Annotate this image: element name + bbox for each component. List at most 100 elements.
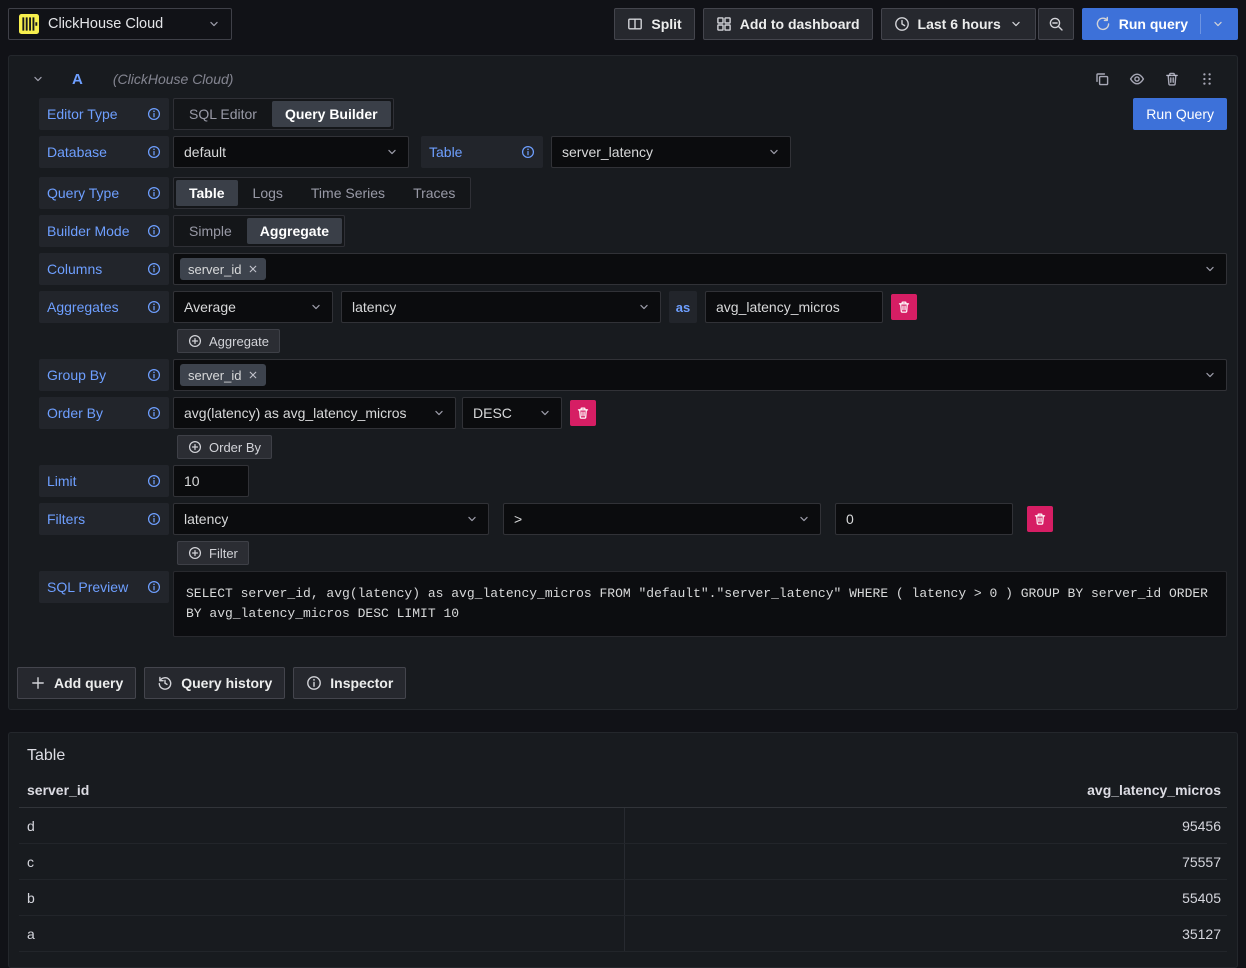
info-circle-icon (521, 145, 535, 159)
order-direction-select[interactable]: DESC (462, 397, 562, 429)
info-circle-icon (147, 368, 161, 382)
cell-avg-latency-micros: 55405 (625, 880, 1228, 915)
table-select[interactable]: server_latency (551, 136, 791, 168)
radio-option-query-builder[interactable]: Query Builder (272, 101, 391, 127)
filter-value-input[interactable] (836, 504, 1012, 534)
inspector-button[interactable]: Inspector (293, 667, 406, 699)
filter-column-select[interactable]: latency (173, 503, 489, 535)
remove-aggregate-button[interactable] (891, 294, 917, 320)
database-select[interactable]: default (173, 136, 409, 168)
info-circle-icon (147, 186, 161, 200)
add-aggregate-row: Aggregate (39, 329, 1227, 353)
tag-label: server_id (188, 262, 241, 277)
split-label: Split (651, 16, 681, 32)
chevron-down-icon (385, 145, 399, 159)
chevron-down-icon (767, 145, 781, 159)
delete-query-icon[interactable] (1164, 71, 1180, 87)
table-row: b55405 (19, 880, 1227, 916)
add-to-dashboard-button[interactable]: Add to dashboard (703, 8, 873, 40)
cell-avg-latency-micros: 35127 (625, 916, 1228, 951)
run-query-editor-button[interactable]: Run Query (1133, 98, 1227, 130)
columns-multiselect[interactable]: server_id (173, 253, 1227, 285)
plus-icon (30, 675, 46, 691)
selected-tag-server-id[interactable]: server_id (180, 258, 266, 280)
info-circle-icon (147, 224, 161, 238)
radio-option-simple[interactable]: Simple (176, 218, 245, 244)
aggregates-label: Aggregates (39, 291, 169, 323)
filter-operator-select[interactable]: > (503, 503, 821, 535)
editor-type-row: Editor Type SQL EditorQuery Builder Run … (39, 98, 1227, 130)
cell-server-id: c (19, 844, 625, 879)
cell-server-id: d (19, 808, 625, 843)
chevron-down-icon (465, 512, 479, 526)
as-keyword-label: as (669, 291, 697, 323)
column-header-avg-latency-micros[interactable]: avg_latency_micros (624, 782, 1221, 798)
radio-option-time-series[interactable]: Time Series (298, 180, 398, 206)
add-query-button[interactable]: Add query (17, 667, 136, 699)
toggle-visibility-icon[interactable] (1129, 71, 1145, 87)
query-datasource-hint: (ClickHouse Cloud) (113, 71, 234, 87)
column-header-server-id[interactable]: server_id (27, 782, 624, 798)
query-type-label: Query Type (39, 177, 169, 209)
add-order-by-button[interactable]: Order By (177, 435, 272, 459)
group-by-label: Group By (39, 359, 169, 391)
group-by-multiselect[interactable]: server_id (173, 359, 1227, 391)
duplicate-query-icon[interactable] (1094, 71, 1110, 87)
cell-server-id: b (19, 880, 625, 915)
remove-order-by-button[interactable] (570, 400, 596, 426)
aggregate-alias-input[interactable] (706, 292, 882, 322)
table-body: d95456c75557b55405a35127 (19, 808, 1227, 952)
order-by-field-select[interactable]: avg(latency) as avg_latency_micros (173, 397, 456, 429)
remove-tag-icon[interactable] (248, 264, 258, 274)
remove-tag-icon[interactable] (248, 370, 258, 380)
zoom-out-time-button[interactable] (1038, 8, 1074, 40)
aggregate-column-select[interactable]: latency (341, 291, 661, 323)
order-by-row: Order By avg(latency) as avg_latency_mic… (39, 397, 1227, 429)
add-filter-button[interactable]: Filter (177, 541, 249, 565)
radio-option-table[interactable]: Table (176, 180, 238, 206)
info-circle-icon (147, 474, 161, 488)
chevron-down-icon (797, 512, 811, 526)
info-circle-icon (147, 300, 161, 314)
chevron-down-icon (637, 300, 651, 314)
editor-type-label: Editor Type (39, 98, 169, 130)
radio-option-logs[interactable]: Logs (240, 180, 296, 206)
radio-option-aggregate[interactable]: Aggregate (247, 218, 342, 244)
split-button[interactable]: Split (614, 8, 694, 40)
sync-icon (1095, 16, 1111, 32)
plus-circle-icon (188, 546, 202, 560)
query-builder-form: Editor Type SQL EditorQuery Builder Run … (17, 96, 1227, 637)
run-query-editor-label: Run Query (1146, 106, 1214, 122)
clock-icon (894, 16, 910, 32)
query-header-actions (1094, 71, 1221, 87)
add-aggregate-button[interactable]: Aggregate (177, 329, 280, 353)
chevron-down-icon[interactable] (1211, 17, 1225, 31)
database-label: Database (39, 136, 169, 168)
radio-option-sql-editor[interactable]: SQL Editor (176, 101, 270, 127)
info-circle-icon (147, 107, 161, 121)
trash-icon (1033, 512, 1047, 526)
group-by-row: Group By server_id (39, 359, 1227, 391)
drag-handle-icon[interactable] (1199, 71, 1215, 87)
add-to-dashboard-label: Add to dashboard (740, 16, 860, 32)
datasource-name: ClickHouse Cloud (48, 16, 198, 32)
plus-circle-icon (188, 334, 202, 348)
table-row: c75557 (19, 844, 1227, 880)
zoom-out-icon (1048, 16, 1064, 32)
collapse-query-icon[interactable] (31, 72, 45, 86)
info-circle-icon (306, 675, 322, 691)
time-range-label: Last 6 hours (918, 16, 1001, 32)
time-picker-group: Last 6 hours (881, 8, 1074, 40)
run-query-button[interactable]: Run query (1082, 8, 1238, 40)
time-range-button[interactable]: Last 6 hours (881, 8, 1036, 40)
radio-option-traces[interactable]: Traces (400, 180, 468, 206)
remove-filter-button[interactable] (1027, 506, 1053, 532)
query-editor-footer: Add query Query history Inspector (17, 667, 1227, 699)
aggregate-function-select[interactable]: Average (173, 291, 333, 323)
info-circle-icon (147, 580, 161, 594)
limit-input[interactable] (174, 466, 248, 496)
selected-tag-server-id[interactable]: server_id (180, 364, 266, 386)
order-by-label: Order By (39, 397, 169, 429)
query-history-button[interactable]: Query history (144, 667, 285, 699)
datasource-picker[interactable]: ClickHouse Cloud (8, 8, 232, 40)
